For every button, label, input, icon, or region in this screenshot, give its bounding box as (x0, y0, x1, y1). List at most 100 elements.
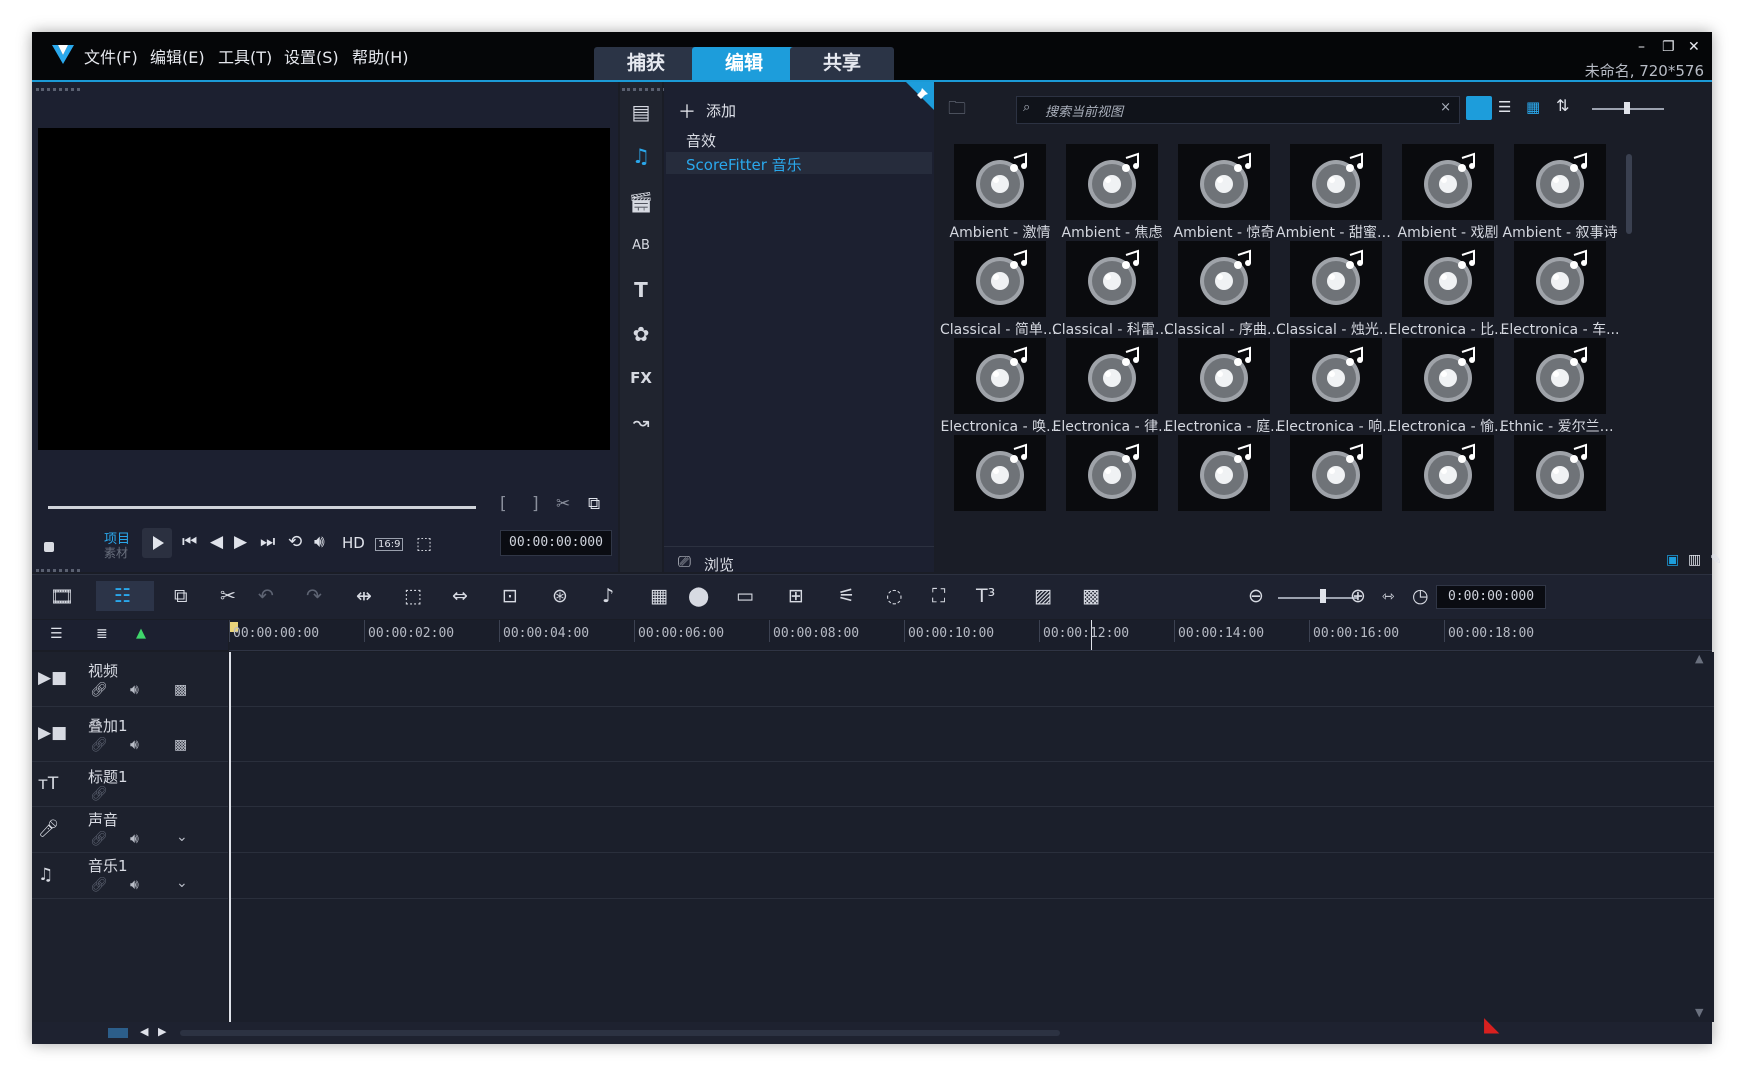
audio-thumbnail[interactable] (1500, 429, 1620, 533)
track-music[interactable]: ♫ 音乐1 🔗︎ 🔊︎ ⌄ (32, 853, 228, 899)
scroll-right-icon[interactable]: ▶ (158, 1025, 166, 1038)
scroll-down-icon[interactable]: ▼ (1695, 1006, 1703, 1019)
audio-thumbnail[interactable]: Ambient - 叙事诗 (1500, 138, 1620, 242)
audio-thumbnail[interactable]: Electronica - 唤... (940, 332, 1060, 436)
track-title[interactable]: ᴛT 标题1 🔗︎ (32, 762, 228, 807)
timeline-timecode[interactable]: 0:00:00:000 (1436, 585, 1546, 609)
replace-icon[interactable]: ⬚ (404, 585, 422, 607)
multi-camera-icon[interactable]: ⊞ (788, 585, 804, 607)
audio-thumbnail[interactable] (1276, 429, 1396, 533)
aspect-ratio-button[interactable]: 16:9 (375, 538, 404, 551)
close-button[interactable]: ✕ (1688, 39, 1700, 55)
audio-thumbnail[interactable]: Ambient - 戏剧 (1388, 138, 1508, 242)
audio-thumbnail[interactable]: Electronica - 响... (1276, 332, 1396, 436)
audio-thumbnail[interactable]: Classical - 科雷利... (1052, 235, 1172, 339)
minimize-button[interactable]: – (1638, 39, 1645, 55)
tools-icon[interactable]: ✂ (220, 585, 236, 607)
menu-settings[interactable]: 设置(S) (284, 44, 339, 68)
mute-icon[interactable]: 🔊︎ (130, 737, 139, 753)
path-icon[interactable]: ↝ (620, 402, 662, 442)
chapter-icon[interactable]: ≣ (96, 626, 108, 642)
mark-in-icon[interactable]: [ (500, 494, 507, 514)
fit-timeline-icon[interactable]: ⇿ (1382, 587, 1395, 605)
audio-thumbnail[interactable]: Ethnic - 爱尔兰高... (1500, 332, 1620, 436)
preview-screen[interactable] (38, 128, 610, 450)
zoom-out-icon[interactable]: ⊖ (1248, 585, 1264, 607)
pin-icon[interactable] (906, 82, 934, 110)
search-box[interactable]: ⌕ 搜索当前视图 × (1016, 96, 1460, 124)
mute-icon[interactable]: 🔊︎ (130, 831, 139, 847)
view-thumbnail-icon[interactable]: ▦ (1526, 98, 1540, 116)
tab-share[interactable]: 共享 (790, 47, 894, 80)
audio-thumbnail[interactable] (940, 429, 1060, 533)
panel-grip[interactable] (36, 569, 80, 576)
copy-icon[interactable]: ⧉ (174, 585, 188, 607)
timeline-view-button[interactable]: ☷ (96, 581, 154, 611)
link-icon[interactable]: 🔗︎ (90, 877, 108, 893)
mode-clip[interactable]: 素材 (104, 544, 128, 561)
change-display-icon[interactable]: ⬚ (416, 534, 432, 554)
ripple-icon[interactable]: ▩ (174, 682, 187, 698)
end-icon[interactable]: ⏭ (260, 532, 275, 552)
filter-icon[interactable]: FX (620, 358, 662, 398)
mute-icon[interactable]: 🔊︎ (130, 682, 139, 698)
scrubber-track[interactable] (48, 506, 476, 509)
audio-thumbnail[interactable]: Ambient - 惊奇 (1164, 138, 1284, 242)
audio-thumbnail[interactable]: Ambient - 甜蜜回... (1276, 138, 1396, 242)
corner-grip-icon[interactable]: ◣ (1484, 1012, 1499, 1036)
add-marker-icon[interactable]: ▲ (136, 626, 146, 641)
timeline-ruler[interactable]: 00:00:00:00 00:00:02:00 00:00:04:00 00:00:0… (229, 620, 1712, 651)
undo-icon[interactable]: ↶ (258, 585, 274, 607)
scroll-up-icon[interactable]: ▲ (1695, 652, 1703, 665)
enlarge-preview-icon[interactable]: ⧉ (588, 494, 600, 514)
browse-button[interactable]: 浏览 (704, 554, 734, 575)
play-button[interactable] (142, 528, 172, 558)
audio-thumbnail[interactable]: Ambient - 焦虑 (1052, 138, 1172, 242)
audio-mixer-icon[interactable]: ♪ (602, 585, 614, 607)
transition-icon[interactable]: AB (620, 226, 662, 266)
search-clear-button[interactable]: × (1440, 100, 1451, 115)
view-large-icon[interactable] (1466, 96, 1492, 120)
link-icon[interactable]: 🔗︎ (90, 682, 108, 698)
blend-icon[interactable]: ⬤ (688, 585, 709, 607)
link-icon[interactable]: 🔗︎ (90, 786, 108, 802)
track-voice[interactable]: 🎤︎ 声音 🔗︎ 🔊︎ ⌄ (32, 807, 228, 853)
menu-help[interactable]: 帮助(H) (352, 44, 409, 68)
audio-thumbnail[interactable]: Classical - 序曲组... (1164, 235, 1284, 339)
previous-frame-icon[interactable]: ◀ (210, 532, 223, 552)
show-library-icon[interactable]: ▣ (1666, 552, 1679, 568)
add-button[interactable]: 添加 (706, 100, 736, 121)
horizontal-scrollbar[interactable] (180, 1030, 1060, 1036)
mute-icon[interactable]: 🔊︎ (130, 877, 139, 893)
track-area[interactable]: ▲ ▼ (229, 652, 1714, 1022)
home-icon[interactable]: ⏮ (182, 532, 197, 552)
track-overlay[interactable]: ▶︎■ 叠加1 🔗︎ 🔊︎ ▩ (32, 707, 228, 762)
motion-track-icon[interactable]: ⚟ (838, 585, 855, 607)
view-list-icon[interactable]: ☰ (1498, 98, 1511, 116)
split-screen-icon[interactable]: ▩ (1082, 585, 1100, 607)
audio-thumbnail[interactable] (1164, 429, 1284, 533)
options-icon[interactable]: ▥ (1688, 552, 1701, 568)
next-frame-icon[interactable]: ▶ (234, 532, 247, 552)
folder-icon[interactable]: 🗀︎ (948, 96, 966, 126)
audio-thumbnail[interactable] (1388, 429, 1508, 533)
fit-button[interactable] (108, 1028, 128, 1038)
volume-icon[interactable]: 🔊︎ (314, 532, 325, 552)
restore-button[interactable]: ❐ (1662, 39, 1675, 55)
sort-icon[interactable]: ⇅ (1556, 96, 1569, 115)
audio-thumbnail[interactable]: Electronica - 车... (1500, 235, 1620, 339)
audio-thumbnail[interactable]: Electronica - 庭... (1164, 332, 1284, 436)
menu-edit[interactable]: 编辑(E) (150, 44, 205, 68)
pan-zoom-icon[interactable]: ⛶ (932, 585, 945, 607)
thumbnail-size-handle[interactable] (1624, 102, 1630, 114)
zoom-slider[interactable] (1278, 597, 1358, 599)
audio-thumbnail[interactable]: Electronica - 比... (1388, 235, 1508, 339)
zoom-handle[interactable] (1320, 589, 1326, 603)
menu-file[interactable]: 文件(F) (84, 44, 138, 68)
hd-toggle[interactable]: HD (342, 534, 365, 552)
edit-icon[interactable]: ✎ (1710, 552, 1722, 568)
menu-tools[interactable]: 工具(T) (218, 44, 272, 68)
add-icon[interactable]: ＋ (678, 98, 696, 124)
scrubber-handle[interactable] (44, 542, 54, 552)
split-icon[interactable]: ⇔ (452, 585, 468, 607)
